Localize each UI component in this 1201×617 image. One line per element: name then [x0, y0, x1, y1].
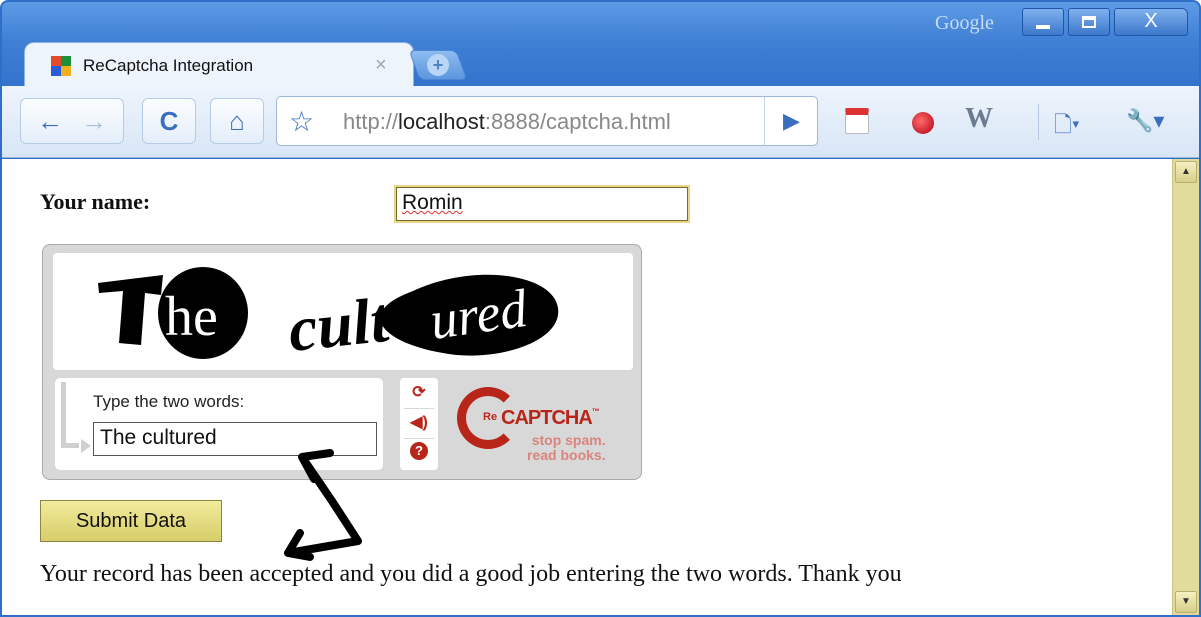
url-path: :8888/captcha.html — [484, 109, 671, 134]
navigation-toolbar: ← → C ⌂ ☆ http://localhost:8888/captcha.h… — [2, 86, 1199, 158]
maximize-button[interactable] — [1068, 8, 1110, 36]
divider — [404, 408, 434, 409]
tab-recaptcha-integration[interactable]: ReCaptcha Integration × — [24, 42, 414, 88]
captcha-word-1: he — [165, 286, 218, 348]
page-menu-icon[interactable]: 🗋▾ — [1054, 108, 1080, 146]
captcha-entry-panel: Type the two words: The cultured — [55, 378, 383, 470]
logo-prefix: Re — [483, 411, 498, 423]
url-scheme: http:// — [343, 109, 399, 134]
go-button[interactable]: ▶ — [764, 97, 818, 145]
tagline-line-2: read books. — [527, 447, 606, 463]
submit-button[interactable]: Submit Data — [40, 500, 222, 542]
calendar-icon[interactable] — [845, 108, 869, 134]
browser-window: Google X ReCaptcha Integration × + ← → C … — [0, 0, 1201, 617]
logo-name-text: CAPTCHA — [501, 407, 593, 429]
tab-title: ReCaptcha Integration — [83, 56, 254, 75]
name-input[interactable]: Romin — [394, 185, 690, 223]
recaptcha-logo: Re CAPTCHA™ stop spam. read books. — [457, 383, 637, 473]
recaptcha-widget: he cult ured Type the two words: The cul… — [42, 244, 642, 480]
maximize-icon — [1082, 16, 1096, 28]
captcha-image: he cult ured — [53, 253, 633, 370]
minimize-icon — [1036, 25, 1050, 29]
reload-captcha-icon[interactable]: ⟳ — [408, 382, 430, 404]
logo-tagline: stop spam. read books. — [527, 433, 606, 463]
captcha-controls: ⟳ ◀) ? — [400, 378, 438, 470]
url-text[interactable]: http://localhost:8888/captcha.html — [343, 109, 671, 135]
help-icon[interactable]: ? — [410, 442, 428, 460]
brand-label: Google — [935, 12, 994, 34]
bookmark-star-icon[interactable]: ☆ — [289, 105, 314, 138]
captcha-word-2: cult — [285, 284, 394, 365]
record-icon[interactable] — [912, 112, 934, 134]
result-message: Your record has been accepted and you di… — [40, 561, 902, 587]
forward-arrow-icon[interactable]: → — [81, 106, 107, 136]
captcha-words-image: he cult ured — [98, 267, 559, 365]
tagline-line-1: stop spam. — [531, 432, 606, 448]
back-arrow-icon[interactable]: ← — [37, 106, 63, 136]
logo-trademark: ™ — [591, 407, 600, 416]
audio-captcha-icon[interactable]: ◀) — [408, 412, 430, 434]
page-content: Your name: Romin he cult ured Type the t… — [2, 159, 1172, 615]
home-button[interactable]: ⌂ — [210, 98, 264, 144]
captcha-response-input[interactable]: The cultured — [93, 422, 377, 456]
favicon-icon — [51, 56, 71, 76]
title-bar: Google X ReCaptcha Integration × + — [2, 2, 1199, 88]
reload-button[interactable]: C — [142, 98, 196, 144]
wl-icon[interactable]: W — [965, 105, 993, 133]
divider — [404, 438, 434, 439]
wrench-menu-icon[interactable]: 🔧▾ — [1126, 108, 1164, 134]
tab-close-icon[interactable]: × — [375, 54, 387, 77]
back-forward-buttons: ← → — [20, 98, 124, 144]
plus-icon: + — [427, 54, 449, 76]
url-host: localhost — [398, 109, 485, 134]
name-label: Your name: — [40, 189, 151, 214]
arrow-icon — [61, 382, 91, 453]
address-bar[interactable]: ☆ http://localhost:8888/captcha.html ▶ — [276, 96, 818, 146]
vertical-scrollbar[interactable]: ▲ ▼ — [1172, 159, 1199, 615]
scroll-down-button[interactable]: ▼ — [1175, 591, 1197, 613]
new-tab-button[interactable]: + — [408, 50, 468, 80]
close-window-button[interactable]: X — [1114, 8, 1188, 36]
name-value: Romin — [402, 191, 463, 214]
scroll-up-button[interactable]: ▲ — [1175, 161, 1197, 183]
logo-name: CAPTCHA™ — [501, 407, 600, 430]
minimize-button[interactable] — [1022, 8, 1064, 36]
captcha-prompt: Type the two words: — [93, 392, 245, 411]
toolbar-divider — [1038, 104, 1039, 140]
